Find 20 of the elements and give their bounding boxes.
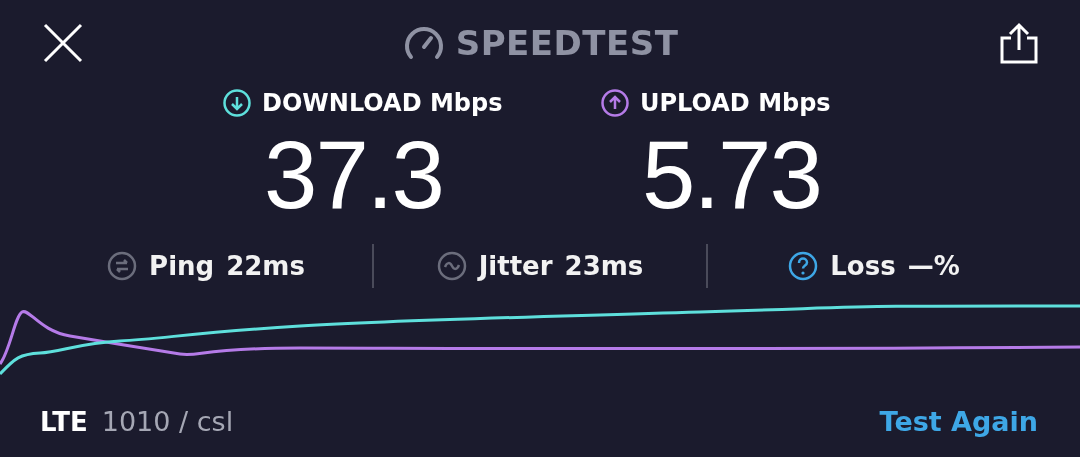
gauge-icon <box>403 25 444 61</box>
test-again-button[interactable]: Test Again <box>879 406 1038 437</box>
jitter-icon <box>436 251 467 281</box>
loss-value: —% <box>907 251 960 281</box>
close-button[interactable] <box>42 22 84 64</box>
ping-value: 22ms <box>226 251 305 281</box>
download-label: DOWNLOAD Mbps <box>262 89 503 117</box>
carrier-name: 1010 / csl <box>101 406 234 437</box>
upload-label: UPLOAD Mbps <box>640 89 831 117</box>
share-button[interactable] <box>998 22 1040 64</box>
ping-label: Ping <box>149 251 215 281</box>
upload-speed: 5.73 <box>641 120 822 230</box>
download-speed: 37.3 <box>263 120 444 230</box>
ping-icon <box>107 251 138 281</box>
network-type: LTE <box>40 406 88 437</box>
help-icon <box>788 251 819 281</box>
loss-label: Loss <box>830 251 896 281</box>
app-title: SPEEDTEST <box>455 23 679 63</box>
jitter-value: 23ms <box>564 251 644 281</box>
jitter-label: Jitter <box>478 251 553 281</box>
